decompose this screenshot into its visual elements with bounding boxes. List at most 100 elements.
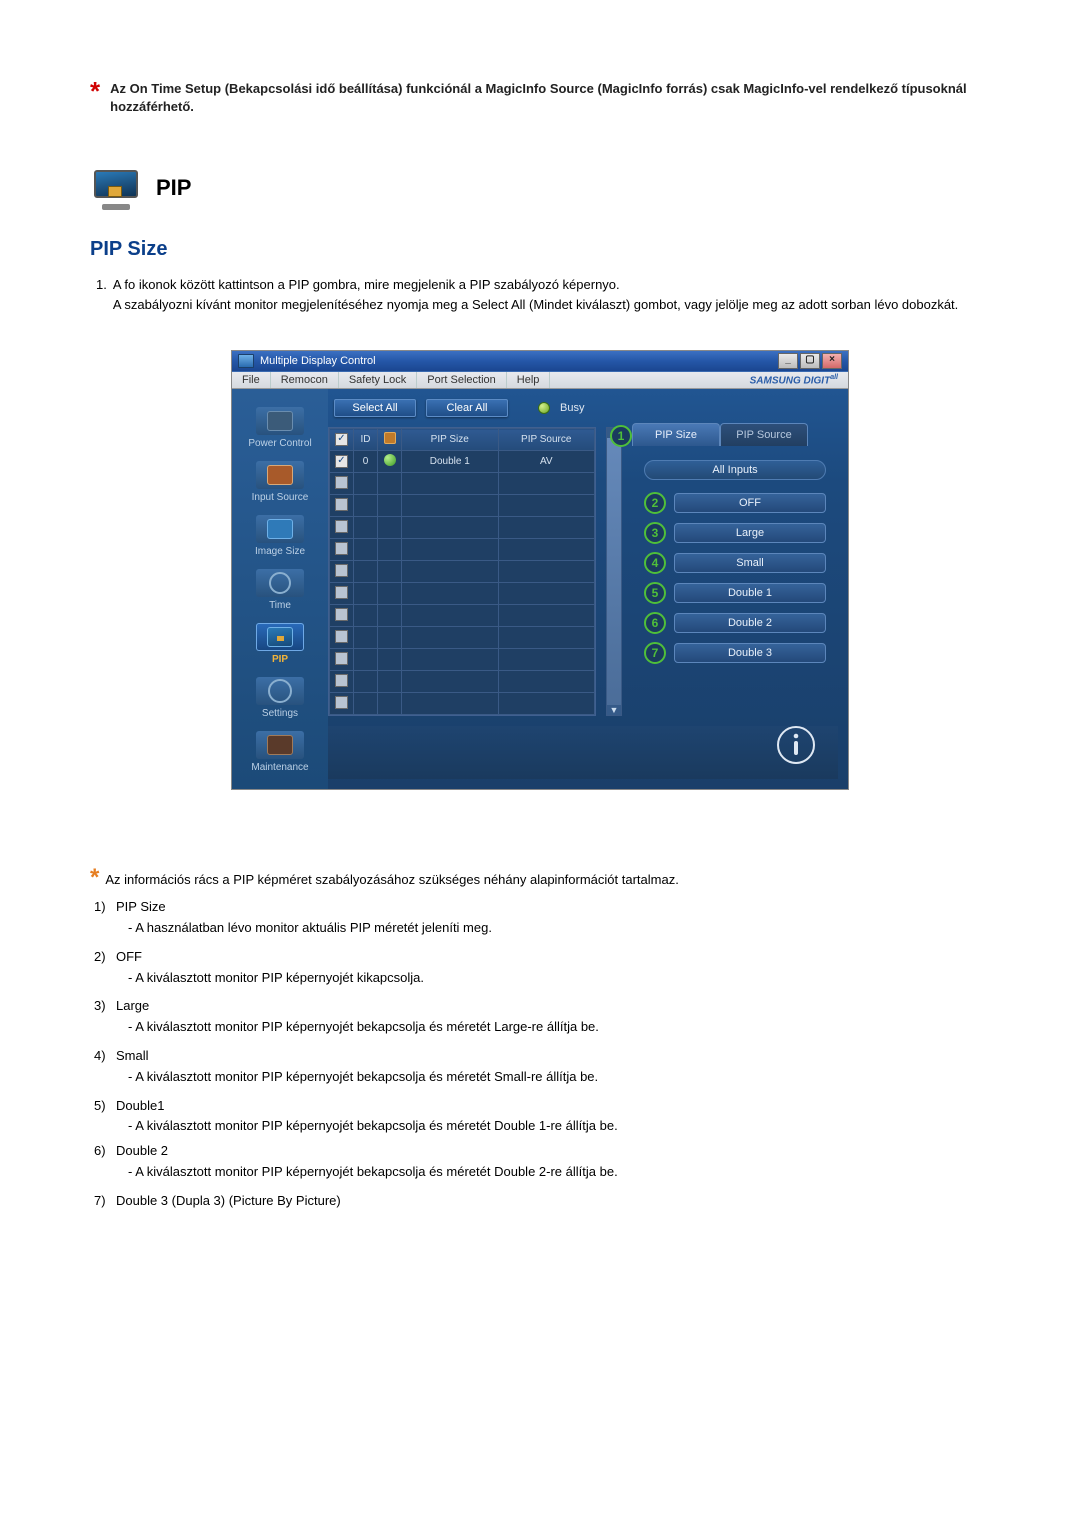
marker-4: 4 (644, 552, 666, 574)
grid-scrollbar[interactable]: ▲ ▼ (606, 427, 622, 716)
subsection-title-pip-size: PIP Size (90, 238, 990, 261)
row-checkbox[interactable] (335, 674, 348, 687)
table-row[interactable] (330, 671, 595, 693)
marker-2: 2 (644, 492, 666, 514)
status-header-icon (384, 432, 396, 444)
table-row[interactable] (330, 561, 595, 583)
legend-title-6: Double 2 (116, 1141, 990, 1162)
table-row[interactable] (330, 693, 595, 715)
option-small-button[interactable]: Small (674, 553, 826, 573)
row-checkbox[interactable] (335, 520, 348, 533)
brand-logo: SAMSUNG DIGITall (750, 374, 848, 386)
input-source-icon (267, 465, 293, 485)
grid-header-status (378, 429, 402, 451)
busy-dot-icon (538, 402, 550, 414)
legend-desc-4: - A kiválasztott monitor PIP képernyojét… (116, 1067, 990, 1088)
table-row[interactable]: 0 Double 1 AV (330, 451, 595, 473)
pip-monitor-icon (90, 166, 142, 210)
sidebar: Power Control Input Source Image Size Ti… (232, 389, 328, 789)
row-checkbox[interactable] (335, 564, 348, 577)
menubar: File Remocon Safety Lock Port Selection … (232, 372, 848, 389)
gear-icon (268, 679, 292, 703)
bottom-area (328, 726, 838, 779)
table-row[interactable] (330, 649, 595, 671)
option-double1-button[interactable]: Double 1 (674, 583, 826, 603)
option-large-button[interactable]: Large (674, 523, 826, 543)
grid-header-pip-size: PIP Size (402, 429, 499, 451)
option-double3-button[interactable]: Double 3 (674, 643, 826, 663)
menu-remocon[interactable]: Remocon (271, 372, 339, 388)
row-checkbox[interactable] (335, 652, 348, 665)
sidebar-item-settings[interactable]: Settings (240, 677, 320, 719)
legend-title-4: Small (116, 1046, 990, 1067)
menu-file[interactable]: File (232, 372, 271, 388)
table-row[interactable] (330, 517, 595, 539)
power-icon (267, 411, 293, 431)
asterisk-icon: * (90, 80, 100, 100)
close-button[interactable]: × (822, 353, 842, 369)
grid-header-id: ID (354, 429, 378, 451)
window-title: Multiple Display Control (260, 355, 376, 367)
instruction-number: 1. (96, 275, 107, 314)
table-row[interactable] (330, 473, 595, 495)
sidebar-item-label: Power Control (248, 438, 311, 449)
marker-7: 7 (644, 642, 666, 664)
table-row[interactable] (330, 539, 595, 561)
sidebar-item-label: Image Size (255, 546, 305, 557)
option-double2-button[interactable]: Double 2 (674, 613, 826, 633)
image-size-icon (267, 519, 293, 539)
sidebar-item-label: Time (269, 600, 291, 611)
row-checkbox[interactable] (335, 630, 348, 643)
grid-header-check[interactable] (330, 429, 354, 451)
tab-pip-size[interactable]: PIP Size (632, 423, 720, 446)
table-row[interactable] (330, 495, 595, 517)
row-checkbox[interactable] (335, 542, 348, 555)
maximize-button[interactable]: ▢ (800, 353, 820, 369)
busy-label: Busy (560, 402, 584, 414)
legend-num-6: 6) (94, 1141, 116, 1183)
tab-pip-source[interactable]: PIP Source (720, 423, 808, 446)
scroll-down-icon[interactable]: ▼ (607, 705, 621, 715)
sidebar-item-power-control[interactable]: Power Control (240, 407, 320, 449)
star-icon: * (90, 870, 99, 886)
app-window: Multiple Display Control _ ▢ × File Remo… (231, 350, 849, 790)
wrench-icon (267, 735, 293, 755)
clear-all-button[interactable]: Clear All (426, 399, 508, 417)
info-icon (776, 725, 816, 765)
row-id: 0 (354, 451, 378, 473)
legend-num-5: 5) (94, 1096, 116, 1138)
row-pip-size: Double 1 (402, 451, 499, 473)
row-checkbox[interactable] (335, 498, 348, 511)
legend-title-3: Large (116, 996, 990, 1017)
minimize-button[interactable]: _ (778, 353, 798, 369)
legend-num-2: 2) (94, 947, 116, 989)
sidebar-item-label: Input Source (252, 492, 309, 503)
table-row[interactable] (330, 627, 595, 649)
row-checkbox[interactable] (335, 586, 348, 599)
legend-num-4: 4) (94, 1046, 116, 1088)
right-panel: 1 PIP Size PIP Source All Inputs 2 OFF 3 (632, 427, 838, 716)
sidebar-item-time[interactable]: Time (240, 569, 320, 611)
sidebar-item-pip[interactable]: PIP (240, 623, 320, 665)
menu-safety-lock[interactable]: Safety Lock (339, 372, 417, 388)
row-checkbox[interactable] (335, 476, 348, 489)
legend-desc-5: - A kiválasztott monitor PIP képernyojét… (116, 1116, 990, 1137)
sidebar-item-input-source[interactable]: Input Source (240, 461, 320, 503)
legend-num-7: 7) (94, 1191, 116, 1212)
option-off-button[interactable]: OFF (674, 493, 826, 513)
sidebar-item-maintenance[interactable]: Maintenance (240, 731, 320, 773)
top-note: Az On Time Setup (Bekapcsolási idő beáll… (110, 80, 990, 116)
row-checkbox[interactable] (335, 608, 348, 621)
select-all-button[interactable]: Select All (334, 399, 416, 417)
row-checkbox[interactable] (335, 455, 348, 468)
table-row[interactable] (330, 583, 595, 605)
titlebar: Multiple Display Control _ ▢ × (232, 351, 848, 372)
sidebar-item-image-size[interactable]: Image Size (240, 515, 320, 557)
menu-help[interactable]: Help (507, 372, 551, 388)
marker-1: 1 (610, 425, 632, 447)
legend-num-1: 1) (94, 897, 116, 939)
menu-port-selection[interactable]: Port Selection (417, 372, 506, 388)
row-checkbox[interactable] (335, 696, 348, 709)
table-row[interactable] (330, 605, 595, 627)
instruction-line-2: A szabályozni kívánt monitor megjeleníté… (113, 295, 990, 315)
